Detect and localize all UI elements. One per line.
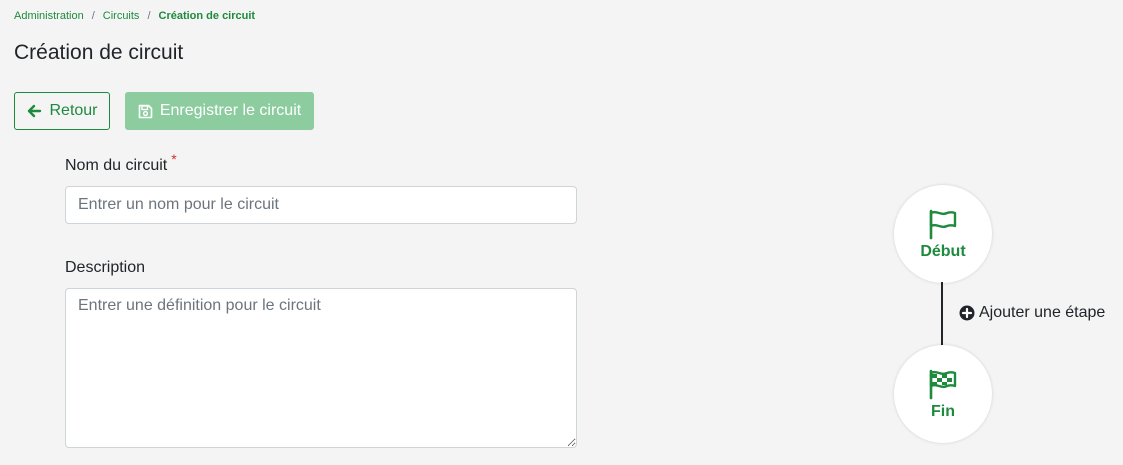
workflow-end-node: Fin: [894, 345, 992, 443]
required-marker: *: [171, 151, 177, 167]
floppy-disk-icon: [138, 104, 153, 118]
add-step-button[interactable]: Ajouter une étape: [959, 304, 1105, 322]
circuit-name-label: Nom du circuit *: [65, 151, 177, 175]
breadcrumb: Administration / Circuits / Création de …: [14, 10, 255, 22]
save-circuit-button[interactable]: Enregistrer le circuit: [125, 92, 314, 130]
description-textarea[interactable]: [65, 288, 577, 448]
breadcrumb-circuits[interactable]: Circuits: [103, 10, 140, 22]
back-button-label: Retour: [49, 102, 98, 119]
breadcrumb-current: Création de circuit: [158, 10, 256, 22]
circuit-name-label-text: Nom du circuit: [65, 157, 168, 174]
circuit-name-input[interactable]: [65, 186, 577, 224]
workflow-connector: [941, 282, 943, 348]
workflow-end-label: Fin: [931, 402, 955, 420]
checkered-flag-icon: [929, 369, 957, 399]
description-label: Description: [65, 259, 146, 276]
workflow-start-label: Début: [920, 242, 966, 260]
add-step-label: Ajouter une étape: [979, 304, 1106, 321]
breadcrumb-administration[interactable]: Administration: [14, 10, 84, 22]
back-button[interactable]: Retour: [14, 92, 110, 130]
save-circuit-label: Enregistrer le circuit: [159, 102, 302, 119]
plus-circle-icon: [959, 305, 975, 321]
flag-icon: [929, 209, 957, 239]
breadcrumb-separator: /: [91, 10, 95, 22]
breadcrumb-separator: /: [147, 10, 151, 22]
page-title: Création de circuit: [14, 41, 184, 64]
arrow-left-icon: [28, 104, 42, 118]
workflow-start-node: Début: [894, 185, 992, 283]
